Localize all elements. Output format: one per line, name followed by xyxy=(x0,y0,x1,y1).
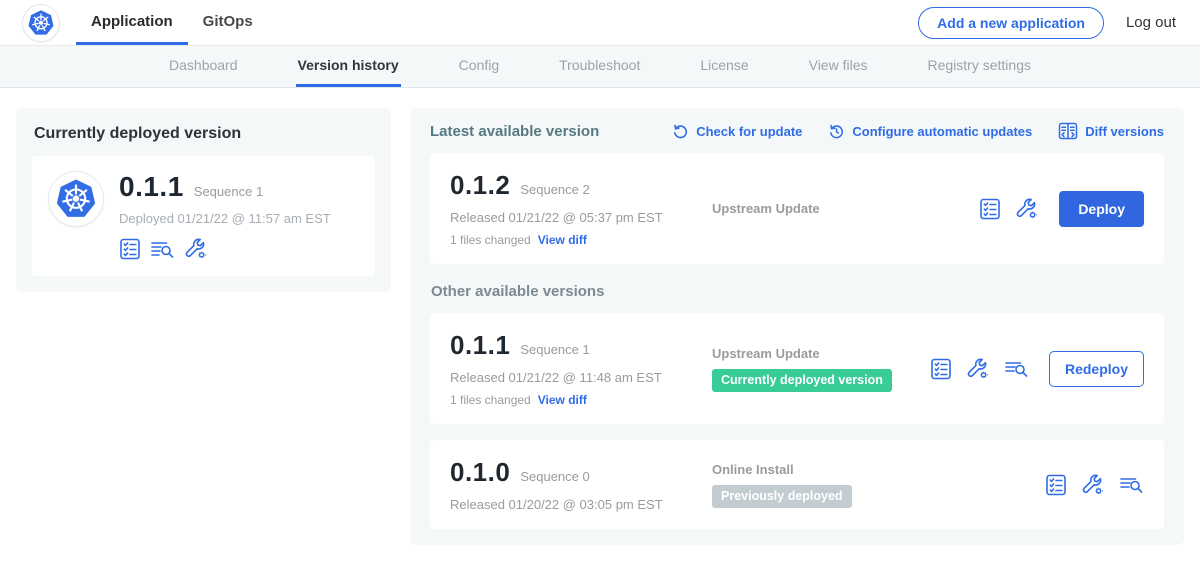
released-timestamp: Released 01/21/22 @ 05:37 pm EST xyxy=(450,210,712,225)
subnav-tab-view-files[interactable]: View files xyxy=(807,46,870,87)
version-source-label: Upstream Update xyxy=(712,201,979,216)
edit-config-icon[interactable] xyxy=(184,237,208,261)
configure-automatic-updates-link[interactable]: Configure automatic updates xyxy=(828,123,1032,140)
version-source-label: Upstream Update xyxy=(712,346,930,361)
version-card-0-1-0: 0.1.0 Sequence 0 Released 01/20/22 @ 03:… xyxy=(430,440,1164,529)
preflight-checks-icon[interactable] xyxy=(119,238,141,260)
sequence-label: Sequence 0 xyxy=(520,469,589,484)
subnav-tab-version-history[interactable]: Version history xyxy=(296,46,401,87)
kubernetes-app-icon xyxy=(53,176,99,222)
top-nav: Application GitOps Add a new application… xyxy=(0,0,1200,46)
configure-automatic-updates-label: Configure automatic updates xyxy=(852,124,1032,139)
check-for-update-label: Check for update xyxy=(696,124,802,139)
view-logs-icon[interactable] xyxy=(1004,358,1029,380)
other-available-versions-title: Other available versions xyxy=(431,283,1164,300)
sequence-label: Sequence 1 xyxy=(520,342,589,357)
tab-application[interactable]: Application xyxy=(76,0,188,45)
check-for-update-link[interactable]: Check for update xyxy=(672,123,802,140)
diff-icon xyxy=(1058,122,1078,140)
view-diff-link[interactable]: View diff xyxy=(538,233,587,247)
edit-config-icon[interactable] xyxy=(1015,197,1039,221)
logout-button[interactable]: Log out xyxy=(1126,14,1176,31)
subnav-tab-registry-settings[interactable]: Registry settings xyxy=(926,46,1033,87)
version-card-0-1-2: 0.1.2 Sequence 2 Released 01/21/22 @ 05:… xyxy=(430,153,1164,264)
version-source-label: Online Install xyxy=(712,462,1045,477)
kubernetes-logo xyxy=(22,4,60,42)
view-logs-icon[interactable] xyxy=(1119,474,1144,496)
files-changed-label: 1 files changed xyxy=(450,233,531,247)
view-diff-link[interactable]: View diff xyxy=(538,393,587,407)
currently-deployed-panel: Currently deployed version xyxy=(16,108,391,292)
edit-config-icon[interactable] xyxy=(966,357,990,381)
add-application-button[interactable]: Add a new application xyxy=(918,7,1104,39)
subnav-tab-troubleshoot[interactable]: Troubleshoot xyxy=(557,46,642,87)
refresh-icon xyxy=(672,123,689,140)
edit-config-icon[interactable] xyxy=(1081,473,1105,497)
sequence-label: Sequence 2 xyxy=(520,182,589,197)
previously-deployed-badge: Previously deployed xyxy=(712,485,852,508)
kubernetes-logo-icon xyxy=(26,8,56,38)
version-number: 0.1.2 xyxy=(450,170,510,201)
sub-nav: Dashboard Version history Config Trouble… xyxy=(0,46,1200,88)
available-versions-panel: Latest available version Check for updat… xyxy=(410,108,1184,545)
scheduled-update-icon xyxy=(828,123,845,140)
subnav-tab-license[interactable]: License xyxy=(698,46,750,87)
subnav-tab-config[interactable]: Config xyxy=(457,46,501,87)
view-logs-icon[interactable] xyxy=(150,238,175,260)
released-timestamp: Released 01/20/22 @ 03:05 pm EST xyxy=(450,497,712,512)
version-number: 0.1.0 xyxy=(450,457,510,488)
deployed-version-number: 0.1.1 xyxy=(119,171,184,203)
deployed-panel-title: Currently deployed version xyxy=(34,125,375,143)
latest-available-title: Latest available version xyxy=(430,123,599,140)
subnav-tab-dashboard[interactable]: Dashboard xyxy=(167,46,240,87)
version-card-0-1-1: 0.1.1 Sequence 1 Released 01/21/22 @ 11:… xyxy=(430,313,1164,424)
preflight-checks-icon[interactable] xyxy=(979,198,1001,220)
preflight-checks-icon[interactable] xyxy=(1045,474,1067,496)
deploy-button[interactable]: Deploy xyxy=(1059,191,1144,227)
version-number: 0.1.1 xyxy=(450,330,510,361)
currently-deployed-badge: Currently deployed version xyxy=(712,369,892,392)
tab-gitops[interactable]: GitOps xyxy=(188,0,268,45)
diff-versions-label: Diff versions xyxy=(1085,124,1164,139)
preflight-checks-icon[interactable] xyxy=(930,358,952,380)
app-logo xyxy=(48,171,104,227)
deployed-timestamp: Deployed 01/21/22 @ 11:57 am EST xyxy=(119,211,331,226)
deployed-sequence-label: Sequence 1 xyxy=(194,184,263,199)
files-changed-label: 1 files changed xyxy=(450,393,531,407)
redeploy-button[interactable]: Redeploy xyxy=(1049,351,1144,387)
released-timestamp: Released 01/21/22 @ 11:48 am EST xyxy=(450,370,712,385)
deployed-version-card: 0.1.1 Sequence 1 Deployed 01/21/22 @ 11:… xyxy=(32,156,375,276)
diff-versions-link[interactable]: Diff versions xyxy=(1058,122,1164,140)
